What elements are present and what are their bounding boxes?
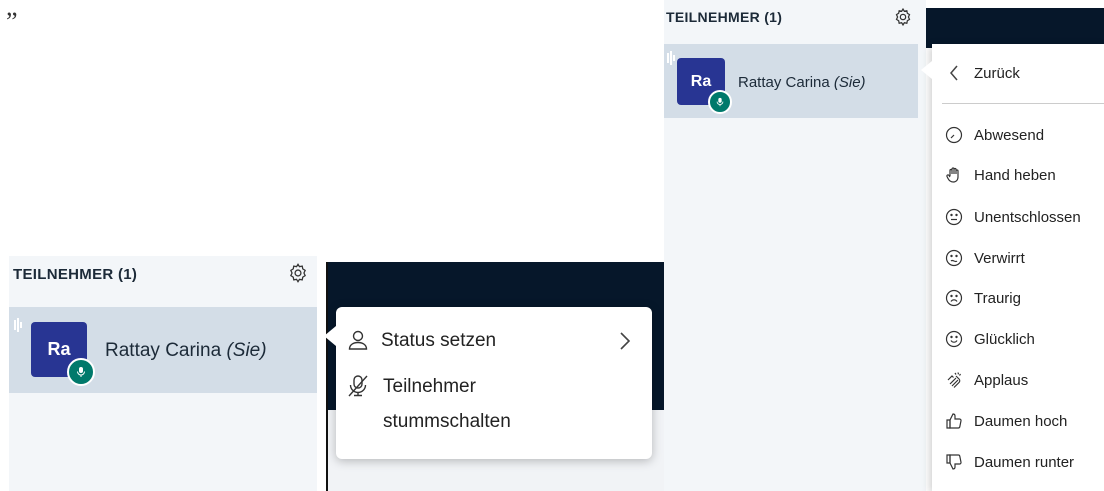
status-label: Hand heben [974,166,1056,184]
mute-participant-label-line1: Teilnehmer [383,376,476,397]
status-label: Verwirrt [974,249,1025,267]
thumbs-down-icon [944,452,964,472]
status-item-thumbs-up[interactable]: Daumen hoch [944,409,1067,433]
status-item-away[interactable]: Abwesend [944,123,1044,147]
applause-icon [944,370,964,390]
back-label: Zurück [974,64,1020,82]
clock-icon [944,125,964,145]
quote-mark: „ [6,0,18,21]
participants-header-left: TEILNEHMER (1) [13,266,138,283]
participants-header-right: TEILNEHMER (1) [666,9,783,25]
status-item-confused[interactable]: Verwirrt [944,246,1025,270]
status-label: Daumen runter [974,453,1075,471]
mic-off-icon [347,374,369,403]
undecided-face-icon [944,207,964,227]
status-label: Applaus [974,371,1029,389]
happy-face-icon [944,329,964,349]
hand-icon [944,165,964,185]
speaking-indicator-icon [14,318,22,337]
status-item-thumbs-down[interactable]: Daumen runter [944,450,1074,474]
confused-face-icon [944,248,964,268]
set-status-label: Status setzen [381,330,497,351]
participant-name-text: Rattay Carina [105,340,227,361]
status-label: Traurig [974,289,1021,307]
user-icon [347,329,369,356]
chevron-left-icon [944,63,964,83]
status-label: Abwesend [974,126,1045,144]
participant-name-text: Rattay Carina [738,74,834,91]
menu-caret [921,61,932,79]
menu-caret [324,326,336,346]
menu-divider [942,103,1104,104]
thumbs-up-icon [944,411,964,431]
status-item-applause[interactable]: Applaus [944,368,1028,392]
status-item-sad[interactable]: Traurig [944,286,1021,310]
mute-participant-menu-item[interactable]: Teilnehmer stummschalten [343,370,648,442]
mic-badge-icon [67,358,95,386]
status-item-raise-hand[interactable]: Hand heben [944,163,1056,187]
status-label: Unentschlossen [974,208,1081,226]
sad-face-icon [944,288,964,308]
self-label: (Sie) [833,74,866,91]
gear-icon[interactable] [893,7,913,32]
back-menu-item[interactable]: Zurück [944,61,1020,85]
status-label: Glücklich [974,330,1035,348]
participant-name-left: Rattay Carina (Sie) [105,340,267,362]
set-status-menu-item[interactable]: Status setzen [343,317,648,365]
status-label: Daumen hoch [974,412,1068,430]
speaking-indicator-icon [667,51,675,70]
self-label: (Sie) [226,340,267,361]
mic-badge-icon [708,90,732,114]
status-item-undecided[interactable]: Unentschlossen [944,205,1081,229]
gear-icon[interactable] [287,262,309,289]
mute-participant-label-line2: stummschalten [383,411,511,432]
presentation-area-right [926,8,1104,48]
panel-divider-left [326,262,328,491]
status-item-happy[interactable]: Glücklich [944,327,1035,351]
participant-name-right: Rattay Carina (Sie) [738,74,866,91]
chevron-right-icon [619,331,631,356]
